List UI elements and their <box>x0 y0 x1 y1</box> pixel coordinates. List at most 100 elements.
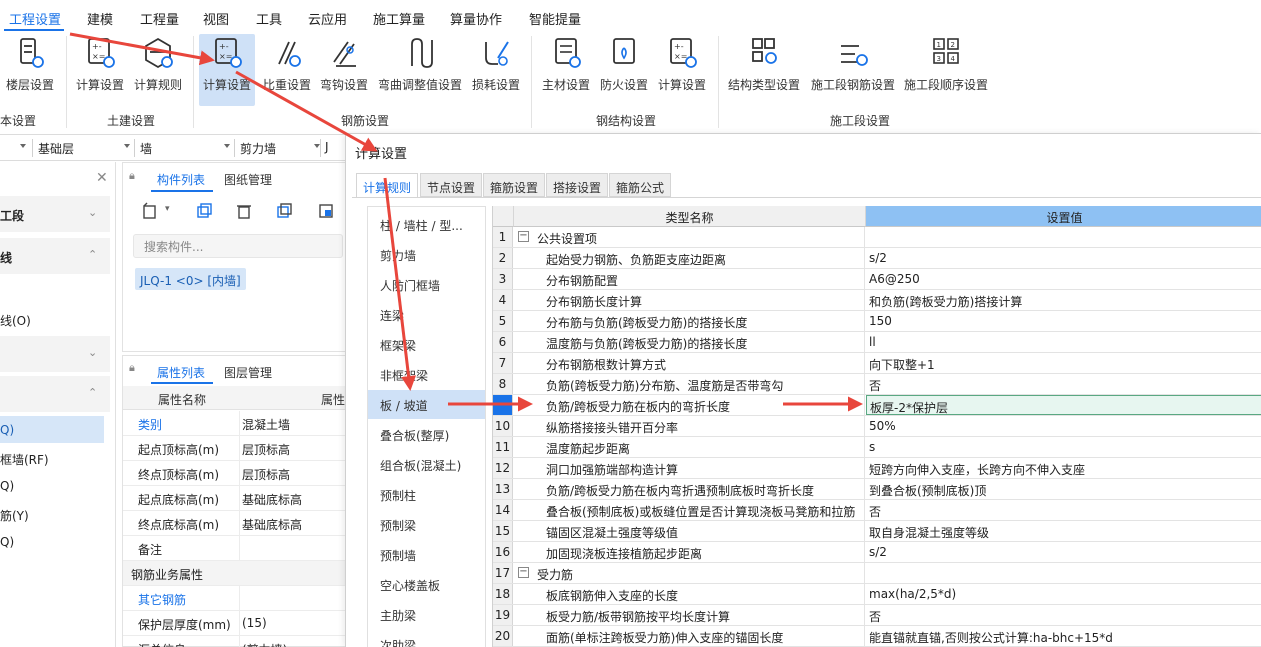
setting-value[interactable]: 向下取整+1 <box>866 353 1261 373</box>
chevron-down-icon[interactable] <box>124 144 130 148</box>
prop-value[interactable]: (剪力墙) <box>239 636 351 647</box>
search-input[interactable]: 搜索构件... <box>133 234 343 258</box>
structure-type-button[interactable]: 结构类型设置 <box>724 34 804 106</box>
grid-row[interactable]: 9 负筋/跨板受力筋在板内的弯折长度 板厚-2*保护层 <box>493 395 1261 416</box>
grid-row[interactable]: 12 洞口加强筋端部构造计算 短跨方向伸入支座，长跨方向不伸入支座 <box>493 458 1261 479</box>
category-item[interactable]: 次肋梁 <box>368 630 485 647</box>
density-settings-button[interactable]: 比重设置 <box>259 34 315 106</box>
setting-value[interactable]: 否 <box>866 605 1261 625</box>
grid-row[interactable]: 14 叠合板(预制底板)或板缝位置是否计算现浇板马凳筋和拉筋否 <box>493 500 1261 521</box>
category-item[interactable]: 框架梁 <box>368 330 485 359</box>
menu-construction-quantity[interactable]: 施工算量 <box>373 9 425 28</box>
component-item[interactable]: JLQ-1 <0> [内墙] <box>135 268 246 290</box>
tab-component-list[interactable]: 构件列表 <box>157 171 205 188</box>
setting-value[interactable]: 150 <box>866 311 1261 331</box>
steel-calc-settings-button[interactable]: +- ×= 计算设置 <box>654 34 710 106</box>
segment-order-button[interactable]: 1234 施工段顺序设置 <box>902 34 990 106</box>
menu-tools[interactable]: 工具 <box>256 9 282 28</box>
setting-value[interactable]: 50% <box>866 416 1261 436</box>
menu-cloud[interactable]: 云应用 <box>308 9 347 28</box>
component-select[interactable]: J <box>325 140 329 154</box>
prop-value[interactable]: (15) <box>239 611 351 635</box>
nav-item[interactable]: Q) <box>0 535 14 549</box>
prop-value[interactable]: 基础底标高 <box>239 486 351 510</box>
props-row[interactable]: 起点底标高(m) 基础底标高 <box>123 486 351 511</box>
prop-value[interactable]: 层顶标高 <box>239 436 351 460</box>
category-item[interactable]: 预制梁 <box>368 510 485 539</box>
prop-value[interactable]: 混凝土墙 <box>239 411 351 435</box>
props-row[interactable]: 其它钢筋 <box>123 586 351 611</box>
prop-value[interactable]: 层顶标高 <box>239 461 351 485</box>
rebar-calc-settings-button[interactable]: +- ×= 计算设置 <box>199 34 255 106</box>
setting-value[interactable]: 能直锚就直锚,否则按公式计算:ha-bhc+15*d <box>866 626 1261 646</box>
prop-value[interactable]: 基础底标高 <box>239 511 351 535</box>
type-select[interactable]: 剪力墙 <box>240 140 276 157</box>
category-item[interactable]: 板 / 坡道 <box>368 390 485 419</box>
nav-item[interactable]: 框墙(RF) <box>0 451 49 468</box>
setting-value[interactable]: 和负筋(跨板受力筋)搭接计算 <box>866 290 1261 310</box>
collapse-icon[interactable]: − <box>518 231 529 242</box>
setting-value[interactable] <box>866 563 1261 583</box>
menu-project-settings[interactable]: 工程设置 <box>9 9 61 28</box>
setting-value[interactable]: s/2 <box>866 542 1261 562</box>
grid-row[interactable]: 10 纵筋搭接接头错开百分率 50% <box>493 416 1261 437</box>
category-item[interactable]: 非框架梁 <box>368 360 485 389</box>
civil-calc-rules-button[interactable]: 计算规则 <box>130 34 186 106</box>
copy-icon[interactable] <box>195 202 213 220</box>
grid-row[interactable]: 20 面筋(单标注跨板受力筋)伸入支座的锚固长度 能直锚就直锚,否则按公式计算:ha… <box>493 626 1261 647</box>
tab-calc-rules[interactable]: 计算规则 <box>356 173 419 198</box>
props-row[interactable]: 类别 混凝土墙 <box>123 411 351 436</box>
category-item[interactable]: 叠合板(整厚) <box>368 420 485 449</box>
category-item[interactable]: 柱 / 墙柱 / 型... <box>368 210 485 239</box>
tab-drawing-management[interactable]: 图纸管理 <box>224 171 272 188</box>
nav-item[interactable]: 筋(Y) <box>0 507 29 524</box>
tab-stirrup-settings[interactable]: 箍筋设置 <box>483 173 546 197</box>
props-row[interactable]: 起点顶标高(m) 层顶标高 <box>123 436 351 461</box>
grid-row[interactable]: 18 板底钢筋伸入支座的长度 max(ha/2,5*d) <box>493 584 1261 605</box>
floor-select[interactable]: 基础层 <box>38 140 74 157</box>
setting-value[interactable]: 否 <box>866 374 1261 394</box>
grid-row[interactable]: 4 分布钢筋长度计算 和负筋(跨板受力筋)搭接计算 <box>493 290 1261 311</box>
prop-value[interactable] <box>239 586 351 610</box>
pin-icon[interactable]: 🔒︎ <box>129 169 135 183</box>
tab-node-settings[interactable]: 节点设置 <box>420 173 483 197</box>
props-row[interactable]: 备注 <box>123 536 351 561</box>
collapse-icon[interactable]: − <box>518 567 529 578</box>
tab-properties[interactable]: 属性列表 <box>157 364 205 381</box>
chevron-down-icon[interactable] <box>20 144 26 148</box>
category-item[interactable]: 空心楼盖板 <box>368 570 485 599</box>
setting-value[interactable]: 板厚-2*保护层 <box>866 395 1261 415</box>
pin-icon[interactable]: 🔒︎ <box>129 361 135 375</box>
grid-row[interactable]: 3 分布钢筋配置 A6@250 <box>493 269 1261 290</box>
grid-group-row[interactable]: 1− 公共设置项 <box>493 227 1261 248</box>
tab-lap-settings[interactable]: 搭接设置 <box>546 173 609 197</box>
setting-value[interactable]: ll <box>866 332 1261 352</box>
category-item[interactable]: 组合板(混凝土) <box>368 450 485 479</box>
fireproof-settings-button[interactable]: 防火设置 <box>596 34 652 106</box>
setting-value[interactable]: s/2 <box>866 248 1261 268</box>
chevron-down-icon[interactable] <box>224 144 230 148</box>
nav-item[interactable]: 线(O) <box>0 312 31 329</box>
tab-layer-management[interactable]: 图层管理 <box>224 364 272 381</box>
category-item[interactable]: 主肋梁 <box>368 600 485 629</box>
menu-collaboration[interactable]: 算量协作 <box>450 9 502 28</box>
grid-row[interactable]: 6 温度筋与负筋(跨板受力筋)的搭接长度 ll <box>493 332 1261 353</box>
grid-row[interactable]: 7 分布钢筋根数计算方式 向下取整+1 <box>493 353 1261 374</box>
menu-modeling[interactable]: 建模 <box>87 9 113 28</box>
setting-value[interactable]: 到叠合板(预制底板)顶 <box>866 479 1261 499</box>
menu-smart-extract[interactable]: 智能提量 <box>529 9 581 28</box>
grid-row[interactable]: 11 温度筋起步距离 s <box>493 437 1261 458</box>
loss-settings-button[interactable]: 损耗设置 <box>468 34 524 106</box>
grid-row[interactable]: 16 加固现浇板连接植筋起步距离 s/2 <box>493 542 1261 563</box>
category-item[interactable]: 预制柱 <box>368 480 485 509</box>
category-select[interactable]: 墙 <box>140 140 152 157</box>
floor-settings-button[interactable]: 楼层设置 <box>2 34 58 106</box>
tab-stirrup-formula[interactable]: 箍筋公式 <box>609 173 672 197</box>
setting-value[interactable]: 短跨方向伸入支座，长跨方向不伸入支座 <box>866 458 1261 478</box>
hook-settings-button[interactable]: 弯钩设置 <box>316 34 372 106</box>
props-row[interactable]: 终点底标高(m) 基础底标高 <box>123 511 351 536</box>
setting-value[interactable] <box>866 227 1261 247</box>
grid-row[interactable]: 8 负筋(跨板受力筋)分布筋、温度筋是否带弯勾 否 <box>493 374 1261 395</box>
setting-value[interactable]: 取自身混凝土强度等级 <box>866 521 1261 541</box>
setting-value[interactable]: 否 <box>866 500 1261 520</box>
